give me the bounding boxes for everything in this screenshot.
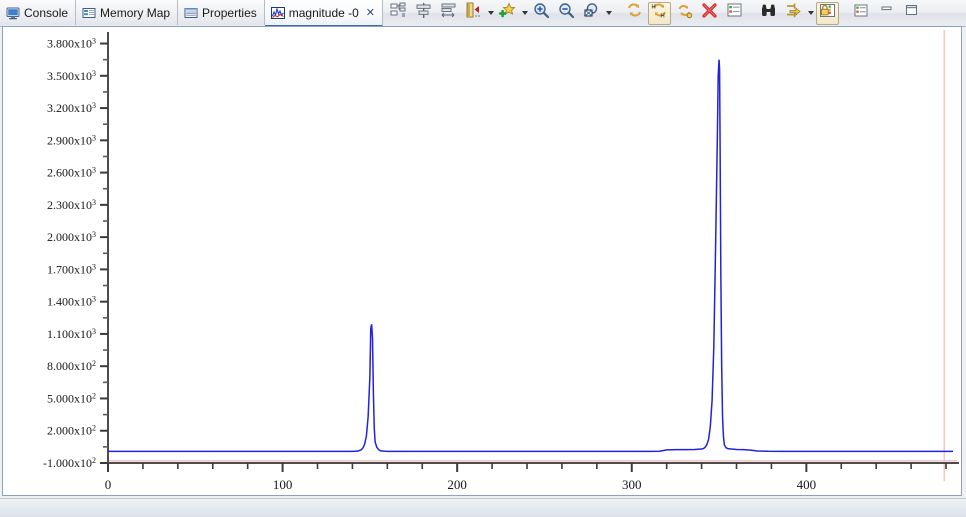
- x-tick-label: 0: [105, 477, 112, 492]
- tab-label: magnitude -0: [288, 5, 359, 20]
- plot-area: -1.000x102 2.000x102 5.000x102 8.000x102 1.1…: [43, 30, 959, 492]
- tab-label: Properties: [202, 5, 257, 20]
- add-marker-button[interactable]: [496, 2, 519, 25]
- graph-toolbar: H H: [383, 0, 924, 26]
- zoom-region-button[interactable]: [580, 2, 603, 25]
- tab-label: Memory Map: [100, 5, 171, 20]
- list-properties-icon: [726, 2, 743, 24]
- graph-editor-window: Console Memory Map Properties magnitude …: [0, 0, 966, 517]
- svg-text:H: H: [651, 4, 655, 10]
- zoom-out-button[interactable]: [555, 2, 578, 25]
- maximize-icon: [903, 2, 920, 24]
- align-center-icon: [415, 2, 432, 24]
- x-tick-label: 100: [273, 477, 293, 492]
- hierarchy-icon: [390, 2, 407, 24]
- tab-close-icon[interactable]: ✕: [366, 6, 375, 19]
- clear-button[interactable]: [698, 2, 721, 25]
- y-tick-label: 3.800x103: [47, 37, 96, 51]
- y-tick-label: 1.100x103: [47, 327, 96, 341]
- add-star-icon: [498, 2, 516, 24]
- tab-console[interactable]: Console: [0, 0, 77, 25]
- graph-icon: [270, 6, 285, 20]
- x-tick-label: 400: [797, 477, 817, 492]
- tab-memory-map[interactable]: Memory Map: [76, 0, 179, 25]
- tab-magnitude[interactable]: magnitude -0 ✕: [264, 0, 384, 27]
- lock-icon: [819, 2, 836, 24]
- status-bar: [0, 498, 966, 517]
- zoom-in-button[interactable]: [530, 2, 553, 25]
- graph-canvas[interactable]: -1.000x102 2.000x102 5.000x102 8.000x102 1.1…: [2, 26, 962, 496]
- hold-button[interactable]: H H: [648, 1, 672, 25]
- goto-dropdown-arrow[interactable]: [806, 3, 815, 24]
- refresh-button[interactable]: [623, 2, 646, 25]
- y-tick-label: 2.300x103: [47, 198, 96, 212]
- x-tick-label: 300: [622, 477, 642, 492]
- clear-red-x-icon: [701, 2, 718, 24]
- refresh-icon: [626, 2, 643, 24]
- properties-list-button[interactable]: [723, 2, 746, 25]
- fit-width-icon: [440, 2, 457, 24]
- properties-icon: [184, 6, 198, 20]
- align-center-button[interactable]: [412, 2, 435, 25]
- goto-button[interactable]: [782, 2, 805, 25]
- zoom-out-icon: [558, 2, 575, 24]
- find-button[interactable]: [757, 2, 780, 25]
- console-icon: [6, 6, 20, 20]
- data-series-line: [108, 59, 953, 453]
- measurement-button[interactable]: [462, 2, 485, 25]
- measurement-dropdown-arrow[interactable]: [486, 3, 495, 24]
- memory-map-icon: [82, 6, 96, 20]
- editor-tab-strip: Console Memory Map Properties magnitude …: [0, 0, 384, 27]
- view-menu-icon: [853, 2, 870, 24]
- minimize-icon: [878, 2, 895, 24]
- minimize-button[interactable]: [875, 2, 898, 25]
- binoculars-icon: [760, 2, 777, 24]
- continuous-refresh-icon: [676, 2, 693, 24]
- y-tick-label: 1.400x103: [47, 295, 96, 309]
- zoom-in-icon: [533, 2, 550, 24]
- y-tick-label: 2.600x103: [47, 166, 96, 180]
- ruler-icon: [465, 2, 482, 24]
- editor-topbar: Console Memory Map Properties magnitude …: [0, 0, 966, 27]
- x-tick-label: 200: [447, 477, 467, 492]
- y-tick-label: -1.000x102: [43, 456, 96, 470]
- fit-width-button[interactable]: [437, 2, 460, 25]
- svg-text:H: H: [660, 13, 664, 19]
- continuous-refresh-button[interactable]: [673, 2, 696, 25]
- y-tick-label: 2.900x103: [47, 133, 96, 147]
- y-tick-label: 1.700x103: [47, 262, 96, 276]
- zoom-region-icon: [583, 2, 600, 24]
- y-tick-label: 2.000x102: [47, 424, 96, 438]
- goto-arrow-icon: [785, 2, 802, 24]
- hold-icon: H H: [651, 2, 668, 24]
- y-tick-label: 2.000x103: [47, 230, 96, 244]
- zoom-region-dropdown-arrow[interactable]: [604, 3, 613, 24]
- maximize-button[interactable]: [900, 2, 923, 25]
- hierarchy-layout-button[interactable]: [387, 2, 410, 25]
- magnitude-plot[interactable]: -1.000x102 2.000x102 5.000x102 8.000x102 1.1…: [3, 27, 961, 495]
- view-menu-button[interactable]: [850, 2, 873, 25]
- tab-properties[interactable]: Properties: [178, 0, 265, 25]
- tab-label: Console: [24, 5, 69, 20]
- y-tick-label: 3.500x103: [47, 69, 96, 83]
- y-tick-label: 8.000x102: [47, 359, 96, 373]
- y-tick-label: 5.000x102: [47, 391, 96, 405]
- lock-button[interactable]: [816, 1, 840, 25]
- y-tick-label: 3.200x103: [47, 101, 96, 115]
- add-marker-dropdown-arrow[interactable]: [520, 3, 529, 24]
